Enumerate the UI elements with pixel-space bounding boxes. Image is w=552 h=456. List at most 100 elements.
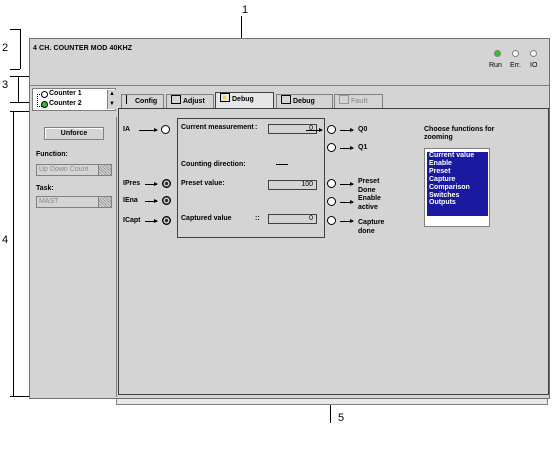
enable-active-arrow bbox=[340, 200, 354, 204]
bottom-bar bbox=[116, 399, 548, 405]
zoom-item-capture[interactable]: Capture bbox=[427, 176, 488, 184]
function-dropdown-icon[interactable] bbox=[98, 165, 111, 175]
input-iena-arrow bbox=[145, 199, 158, 203]
scroll-down-icon[interactable]: ▼ bbox=[108, 100, 116, 109]
callout-4: 4 bbox=[2, 234, 9, 246]
callout-2-bracket-bot bbox=[10, 69, 20, 70]
run-led-label: Run bbox=[489, 62, 502, 69]
preset-value-field[interactable]: 100 bbox=[268, 180, 317, 190]
output-q0-arrow bbox=[306, 128, 323, 132]
zoom-item-switches[interactable]: Switches bbox=[427, 192, 488, 200]
enable-active-label: Enable active bbox=[358, 195, 381, 211]
callout-3-bracket-top bbox=[10, 76, 30, 77]
input-ipres-indicator bbox=[162, 179, 171, 188]
counter-2-status-icon bbox=[41, 101, 48, 108]
debug-icon bbox=[220, 93, 230, 102]
task-dropdown-icon[interactable] bbox=[98, 197, 111, 207]
input-iena-label: IEna bbox=[123, 197, 138, 204]
tab-adjust-label: Adjust bbox=[183, 98, 205, 105]
tab-debug-label: Debug bbox=[232, 96, 254, 103]
input-ia-arrow bbox=[139, 128, 158, 132]
zoom-list-selection: Current value Enable Preset Capture Comp… bbox=[427, 152, 488, 216]
err-led-icon bbox=[512, 50, 519, 57]
run-led-icon bbox=[494, 50, 501, 57]
channel-scrollbar[interactable]: ▲ ▼ bbox=[107, 90, 116, 109]
input-ia-indicator bbox=[161, 125, 170, 134]
input-icapt-label: ICapt bbox=[123, 217, 141, 224]
scroll-up-icon[interactable]: ▲ bbox=[108, 90, 116, 99]
adjust-icon bbox=[171, 95, 181, 104]
callout-2: 2 bbox=[2, 42, 9, 54]
capture-done-arrow bbox=[340, 219, 354, 223]
callout-1: 1 bbox=[242, 4, 249, 16]
tab-adjust[interactable]: Adjust bbox=[166, 94, 214, 108]
captured-value-label: Captured value bbox=[181, 215, 232, 222]
callout-4-bracket-vert bbox=[13, 111, 14, 397]
channel-selector[interactable]: Counter 1 Counter 2 ▲ ▼ bbox=[32, 88, 116, 111]
callout-5-line bbox=[330, 405, 331, 423]
counter-1-status-icon bbox=[41, 91, 48, 98]
debug-icon bbox=[281, 95, 291, 104]
tab-debug-2[interactable]: Debug bbox=[276, 94, 333, 108]
left-panel: Unforce Function: Up Down Count Task: MA… bbox=[30, 117, 117, 397]
callout-5: 5 bbox=[338, 412, 345, 424]
input-iena-indicator bbox=[162, 196, 171, 205]
captured-value-field: 0 bbox=[268, 214, 317, 224]
zoom-functions-label: Choose functions for zooming bbox=[424, 126, 495, 141]
task-select[interactable]: MAST bbox=[36, 196, 112, 208]
err-led-label: Err. bbox=[510, 62, 521, 69]
channel-item-counter-1[interactable]: Counter 1 bbox=[49, 90, 82, 97]
counting-direction-value bbox=[276, 164, 288, 165]
tab-fault[interactable]: Fault bbox=[334, 94, 383, 108]
channel-item-counter-2[interactable]: Counter 2 bbox=[49, 100, 82, 107]
tab-debug[interactable]: Debug bbox=[215, 92, 274, 109]
input-ipres-label: IPres bbox=[123, 180, 141, 187]
callout-2-bracket-vert bbox=[20, 29, 21, 69]
input-ipres-arrow bbox=[145, 182, 158, 186]
preset-done-indicator bbox=[327, 179, 336, 188]
io-led-label: IO bbox=[530, 62, 538, 69]
current-measurement-label: Current measurement bbox=[181, 124, 254, 131]
output-q0-label: Q0 bbox=[358, 126, 368, 133]
input-icapt-indicator bbox=[162, 216, 171, 225]
function-value: Up Down Count bbox=[39, 166, 89, 173]
zoom-item-preset[interactable]: Preset bbox=[427, 168, 488, 176]
current-measurement-colon: : bbox=[255, 124, 258, 131]
capture-done-indicator bbox=[327, 216, 336, 225]
output-q1-indicator bbox=[327, 143, 336, 152]
callout-4-bracket-bot bbox=[10, 396, 30, 397]
output-q1-arrow bbox=[340, 146, 354, 150]
function-select[interactable]: Up Down Count bbox=[36, 164, 112, 176]
capture-done-label: Capture done bbox=[358, 219, 385, 235]
tab-config[interactable]: Config bbox=[121, 94, 164, 108]
callout-3-bracket-bot bbox=[10, 102, 30, 103]
output-q0-out-arrow bbox=[340, 128, 354, 132]
input-ia-label: IA bbox=[123, 126, 130, 133]
captured-value-colon: :: bbox=[255, 215, 260, 222]
zoom-function-list[interactable]: Current value Enable Preset Capture Comp… bbox=[424, 148, 490, 227]
task-label: Task: bbox=[36, 185, 54, 192]
unforce-button[interactable]: Unforce bbox=[44, 127, 104, 140]
preset-done-arrow bbox=[340, 182, 354, 186]
zoom-item-comparison[interactable]: Comparison bbox=[427, 184, 488, 192]
tab-config-label: Config bbox=[135, 98, 158, 105]
output-q1-label: Q1 bbox=[358, 144, 368, 151]
config-icon bbox=[126, 95, 133, 104]
callout-3-bracket-vert bbox=[18, 76, 19, 102]
tab-debug-2-label: Debug bbox=[293, 98, 315, 105]
zoom-item-outputs[interactable]: Outputs bbox=[427, 199, 488, 207]
fault-icon bbox=[339, 95, 349, 104]
function-label: Function: bbox=[36, 151, 68, 158]
input-icapt-arrow bbox=[145, 219, 158, 223]
module-title: 4 CH. COUNTER MOD 40KHZ bbox=[33, 45, 133, 52]
output-q0-indicator bbox=[327, 125, 336, 134]
tab-fault-label: Fault bbox=[351, 98, 368, 105]
counting-direction-label: Counting direction: bbox=[181, 161, 246, 168]
preset-value-label: Preset value: bbox=[181, 180, 225, 187]
callout-3: 3 bbox=[2, 79, 9, 91]
preset-done-label: Preset Done bbox=[358, 178, 380, 194]
current-measurement-value: 0 bbox=[268, 124, 317, 134]
zoom-item-enable[interactable]: Enable bbox=[427, 160, 488, 168]
module-header: 4 CH. COUNTER MOD 40KHZ Run Err. IO bbox=[30, 39, 549, 86]
zoom-item-current-value[interactable]: Current value bbox=[427, 152, 488, 160]
